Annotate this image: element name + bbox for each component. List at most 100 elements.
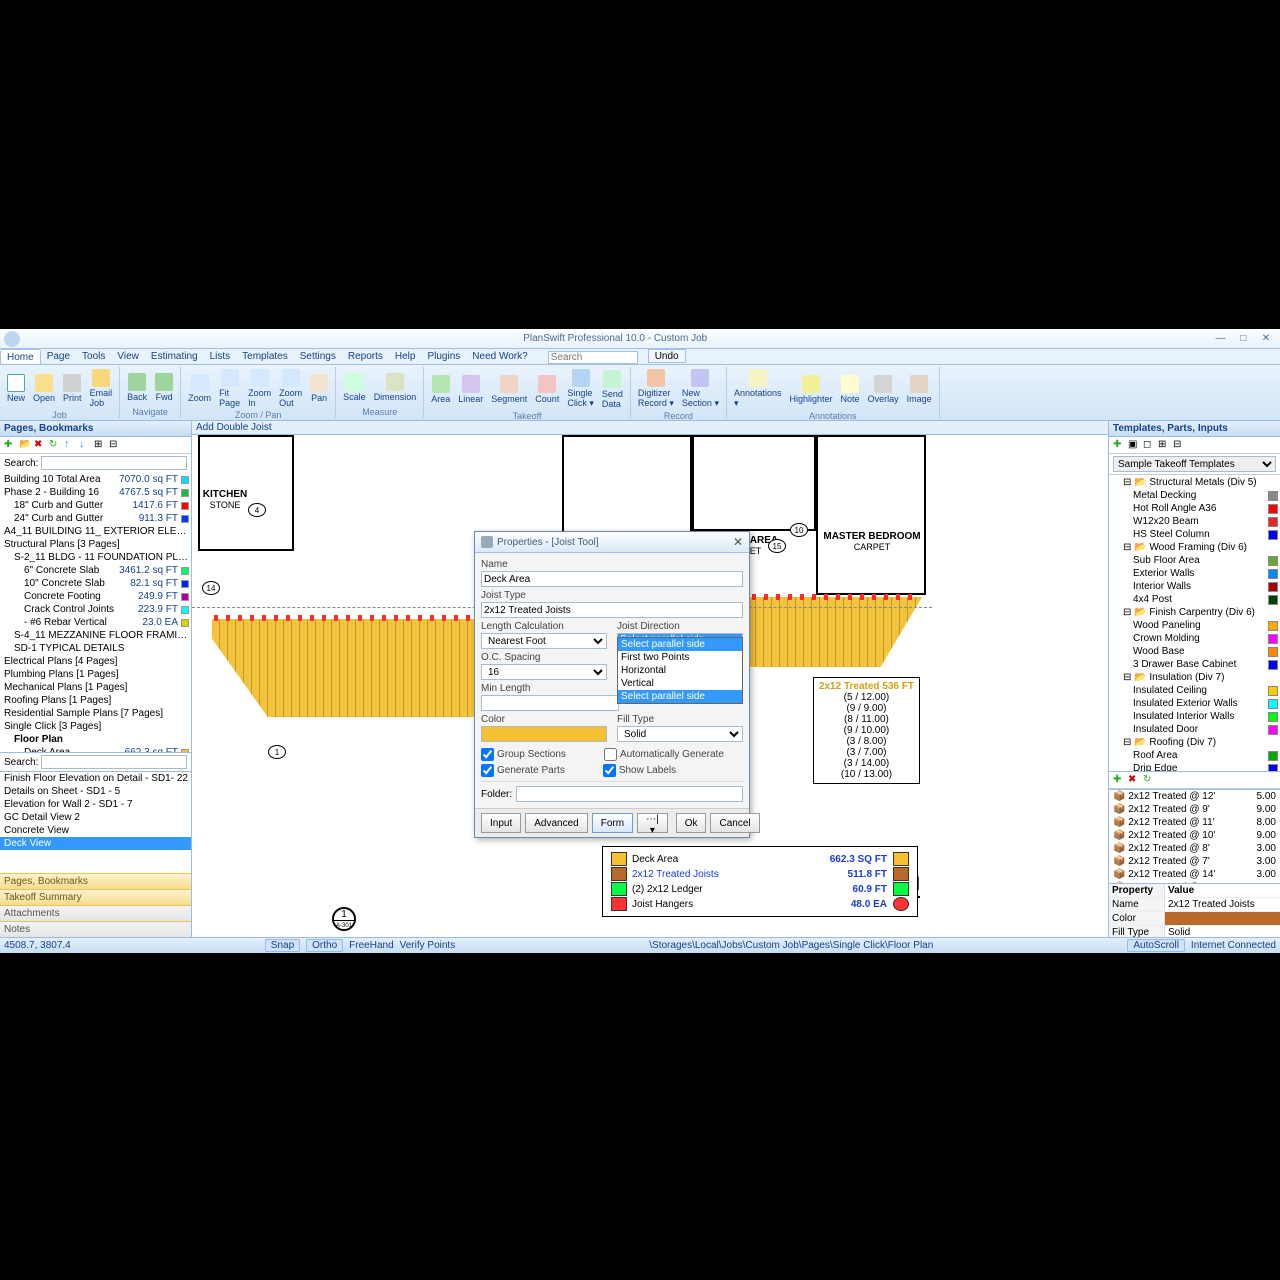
menu-templates[interactable]: Templates (236, 349, 294, 364)
p-del-icon[interactable]: ✖ (1128, 774, 1140, 786)
tree-item[interactable]: Electrical Plans [4 Pages] (2, 655, 189, 668)
menu-needwork[interactable]: Need Work? (466, 349, 533, 364)
part-row[interactable]: 📦 2x12 Treated @ 8'3.00 (1109, 842, 1280, 855)
left-tab-pagesbookmarks[interactable]: Pages, Bookmarks (0, 873, 191, 889)
direction-option[interactable]: Select parallel side (618, 690, 742, 703)
template-item[interactable]: Wood Paneling (1111, 619, 1278, 632)
ribbon-new[interactable]: New (4, 372, 28, 405)
r-collapse-icon[interactable]: ⊟ (1173, 439, 1185, 451)
view-item[interactable]: Details on Sheet - SD1 - 5 (0, 785, 191, 798)
template-item[interactable]: W12x20 Beam (1111, 515, 1278, 528)
direction-option[interactable]: Horizontal (618, 664, 742, 677)
menu-estimating[interactable]: Estimating (145, 349, 204, 364)
template-item[interactable]: Wood Base (1111, 645, 1278, 658)
auto-generate-check[interactable]: Automatically Generate (604, 748, 724, 761)
part-row[interactable]: 📦 2x12 Treated @ 11'8.00 (1109, 816, 1280, 829)
autoscroll-toggle[interactable]: AutoScroll (1127, 939, 1185, 952)
input-tab-button[interactable]: Input (481, 813, 521, 833)
ribbon-fit[interactable]: FitPage (216, 367, 243, 410)
menu-settings[interactable]: Settings (294, 349, 342, 364)
close-button[interactable]: ✕ (1256, 333, 1276, 344)
menu-view[interactable]: View (111, 349, 145, 364)
tree-item[interactable]: Building 10 Total Area7070.0 sq FT (2, 473, 189, 486)
pages-tree[interactable]: Building 10 Total Area7070.0 sq FTPhase … (0, 472, 191, 752)
r-new-icon[interactable]: ▣ (1128, 439, 1140, 451)
tree-item[interactable]: Phase 2 - Building 164767.5 sq FT (2, 486, 189, 499)
tree-item[interactable]: Crack Control Joints223.9 FT (2, 603, 189, 616)
ribbon-scale[interactable]: Scale (340, 371, 369, 404)
show-labels-check[interactable]: Show Labels (603, 764, 676, 777)
ribbon-segment[interactable]: Segment (488, 373, 530, 406)
name-input[interactable] (481, 571, 743, 587)
generate-parts-check[interactable]: Generate Parts (481, 764, 565, 777)
ortho-toggle[interactable]: Ortho (306, 939, 343, 952)
part-row[interactable]: 📦 2x12 Treated @ 12'5.00 (1109, 790, 1280, 803)
color-input[interactable] (481, 726, 607, 742)
template-group[interactable]: ⊟ 📂 Wood Framing (Div 6) (1111, 541, 1278, 554)
view-item[interactable]: Finish Floor Elevation on Detail - SD1- … (0, 772, 191, 785)
view-item[interactable]: Concrete View (0, 824, 191, 837)
ribbon-count[interactable]: Count (532, 373, 562, 406)
template-root-select[interactable]: Sample Takeoff Templates (1113, 456, 1276, 472)
properties-grid[interactable]: PropertyValueName2x12 Treated JoistsColo… (1109, 883, 1280, 937)
template-item[interactable]: Interior Walls (1111, 580, 1278, 593)
tree-item[interactable]: Mechanical Plans [1 Pages] (2, 681, 189, 694)
properties-dialog[interactable]: Properties - [Joist Tool] ✕ Name Joist T… (474, 531, 750, 838)
cancel-button[interactable]: Cancel (710, 813, 759, 833)
menu-reports[interactable]: Reports (342, 349, 389, 364)
expand-icon[interactable]: ⊞ (94, 439, 106, 451)
template-item[interactable]: Insulated Ceiling (1111, 684, 1278, 697)
search-input[interactable] (548, 351, 638, 364)
parts-list[interactable]: 📦 2x12 Treated @ 12'5.00 📦 2x12 Treated @… (1109, 789, 1280, 883)
part-row[interactable]: 📦 2x12 Treated @ 14'3.00 (1109, 868, 1280, 881)
template-group[interactable]: ⊟ 📂 Roofing (Div 7) (1111, 736, 1278, 749)
tree-item[interactable]: 6" Concrete Slab3461.2 sq FT (2, 564, 189, 577)
left-search-input[interactable] (41, 456, 187, 470)
part-row[interactable]: 📦 2x12 Treated @ 10'9.00 (1109, 829, 1280, 842)
verify-toggle[interactable]: Verify Points (400, 940, 456, 951)
ribbon-dimension[interactable]: Dimension (371, 371, 420, 404)
tree-item[interactable]: Roofing Plans [1 Pages] (2, 694, 189, 707)
delete-icon[interactable]: ✖ (34, 439, 46, 451)
tree-item[interactable]: Structural Plans [3 Pages] (2, 538, 189, 551)
ribbon-new[interactable]: NewSection ▾ (679, 367, 722, 411)
direction-options[interactable]: Select parallel sideFirst two PointsHori… (617, 637, 743, 704)
ribbon-image[interactable]: Image (904, 373, 935, 406)
ribbon-zoom[interactable]: ZoomIn (245, 367, 274, 410)
folder-input[interactable] (516, 786, 743, 802)
menu-lists[interactable]: Lists (204, 349, 237, 364)
r-expand-icon[interactable]: ⊞ (1158, 439, 1170, 451)
add-double-joist-button[interactable]: Add Double Joist (196, 422, 272, 433)
template-item[interactable]: 4x4 Post (1111, 593, 1278, 606)
ribbon-send[interactable]: SendData (599, 368, 626, 411)
undo-button[interactable]: Undo (648, 349, 686, 363)
view-item[interactable]: Elevation for Wall 2 - SD1 - 7 (0, 798, 191, 811)
part-row[interactable]: 📦 2x12 Treated @ 7'3.00 (1109, 855, 1280, 868)
ribbon-single[interactable]: SingleClick ▾ (564, 367, 597, 411)
open-icon[interactable]: 📂 (19, 439, 31, 451)
template-item[interactable]: Insulated Door (1111, 723, 1278, 736)
template-item[interactable]: 3 Drawer Base Cabinet (1111, 658, 1278, 671)
template-item[interactable]: Crown Molding (1111, 632, 1278, 645)
menu-home[interactable]: Home (0, 349, 41, 364)
ribbon-fwd[interactable]: Fwd (152, 371, 176, 404)
menu-help[interactable]: Help (389, 349, 422, 364)
group-sections-check[interactable]: Group Sections (481, 748, 566, 761)
ribbon-annotations[interactable]: Annotations▾ (731, 367, 785, 411)
views-search-input[interactable] (41, 755, 187, 769)
tree-item[interactable]: Single Click [3 Pages] (2, 720, 189, 733)
template-group[interactable]: ⊟ 📂 Insulation (Div 7) (1111, 671, 1278, 684)
tree-item[interactable]: A4_11 BUILDING 11_ EXTERIOR ELEVATIONS (2, 525, 189, 538)
menu-plugins[interactable]: Plugins (421, 349, 466, 364)
down-icon[interactable]: ↓ (79, 439, 91, 451)
left-tab-attachments[interactable]: Attachments (0, 905, 191, 921)
dialog-title-bar[interactable]: Properties - [Joist Tool] ✕ (475, 532, 749, 553)
template-item[interactable]: Insulated Interior Walls (1111, 710, 1278, 723)
ribbon-print[interactable]: Print (60, 372, 85, 405)
oc-select[interactable]: 16 (481, 664, 607, 680)
views-list[interactable]: Finish Floor Elevation on Detail - SD1- … (0, 771, 191, 873)
snap-toggle[interactable]: Snap (265, 939, 300, 952)
minimize-button[interactable]: — (1210, 333, 1230, 344)
up-icon[interactable]: ↑ (64, 439, 76, 451)
p-add-icon[interactable]: ✚ (1113, 774, 1125, 786)
